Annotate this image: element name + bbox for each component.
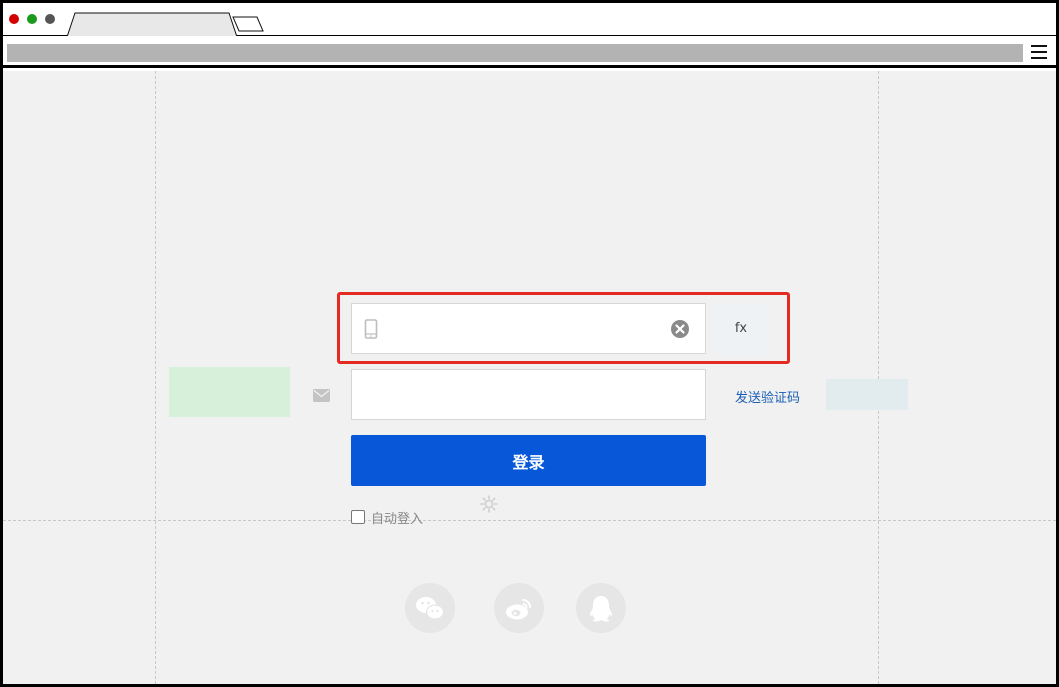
new-tab-button[interactable]: [231, 16, 265, 32]
guide-line: [155, 71, 156, 684]
guide-line: [3, 520, 1056, 521]
auto-login-checkbox[interactable]: [351, 510, 365, 524]
maximize-window-button[interactable]: [27, 14, 37, 24]
address-bar: [3, 36, 1056, 68]
auto-login-option[interactable]: 自动登入: [351, 507, 423, 527]
qq-icon: [589, 596, 613, 622]
wechat-icon: [416, 597, 445, 620]
sun-icon: [480, 495, 498, 513]
send-code-link[interactable]: 发送验证码: [735, 387, 800, 406]
browser-window: fx 发送验证码 登录 自动登入: [0, 0, 1059, 687]
weibo-icon: [506, 599, 531, 620]
verification-code-field: [351, 369, 706, 420]
qq-login-button[interactable]: [576, 583, 626, 633]
login-button[interactable]: 登录: [351, 435, 706, 486]
hamburger-menu-icon[interactable]: [1031, 45, 1047, 59]
decorative-green-block: [169, 367, 290, 417]
page-viewport: fx 发送验证码 登录 自动登入: [3, 71, 1056, 684]
tab-bar: [3, 3, 1056, 37]
auto-login-label: 自动登入: [371, 511, 424, 527]
wechat-login-button[interactable]: [405, 583, 455, 633]
url-field[interactable]: [7, 44, 1023, 62]
minimize-window-button[interactable]: [45, 14, 55, 24]
browser-tab-active[interactable]: [67, 12, 237, 37]
decorative-blue-block: [826, 379, 908, 410]
weibo-login-button[interactable]: [494, 583, 544, 633]
close-window-button[interactable]: [9, 14, 19, 24]
highlight-box: [337, 292, 790, 364]
guide-line: [878, 71, 879, 684]
mail-icon: [313, 389, 330, 402]
verification-code-input[interactable]: [362, 380, 692, 410]
